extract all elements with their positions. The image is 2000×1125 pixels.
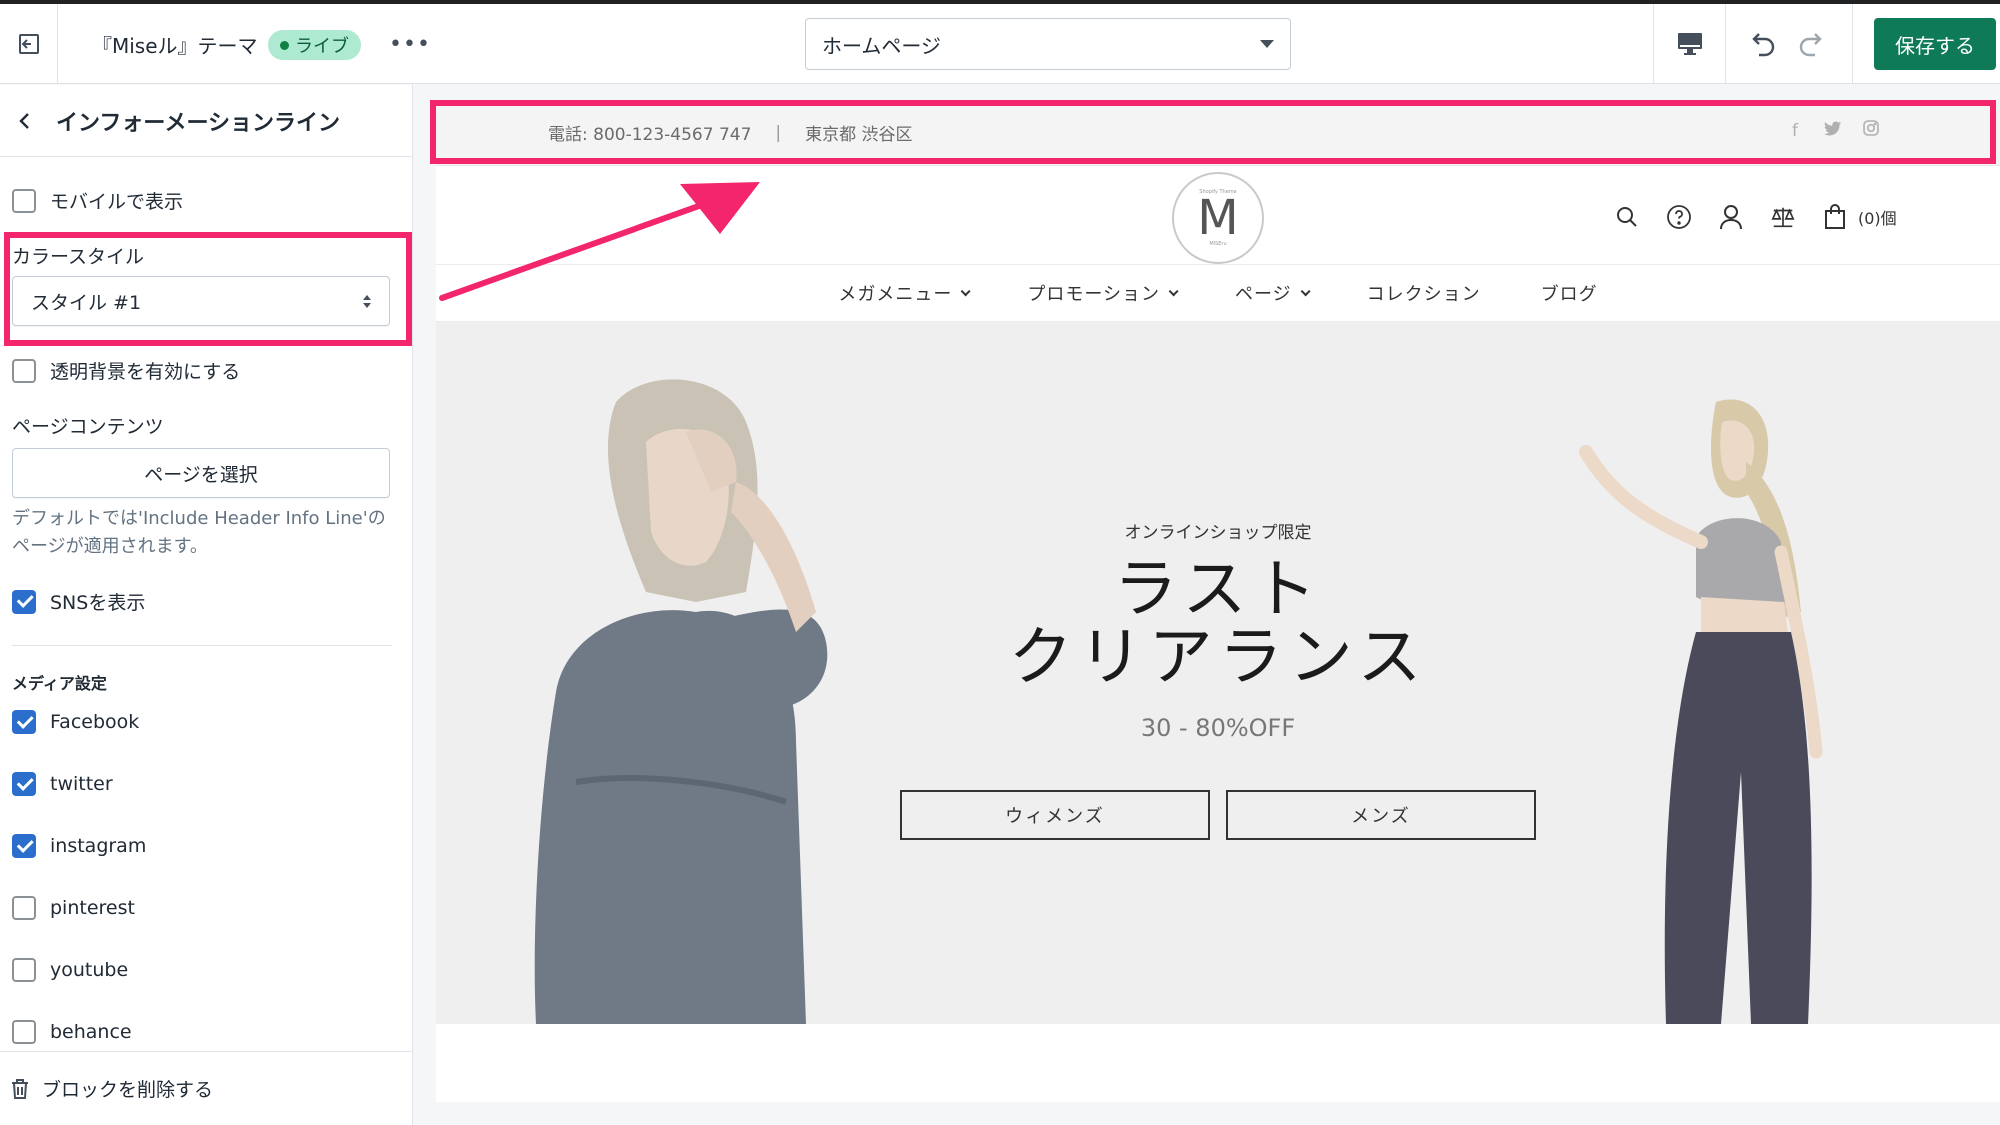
more-actions-button[interactable]: ••• bbox=[389, 26, 431, 62]
show-sns-checkbox[interactable] bbox=[12, 589, 36, 614]
mens-button[interactable]: メンズ bbox=[1226, 790, 1536, 840]
more-dots-icon: ••• bbox=[389, 31, 431, 57]
show-mobile-label: モバイルで表示 bbox=[50, 191, 184, 213]
chevron-down-icon bbox=[1168, 285, 1179, 296]
media-option-instagram[interactable]: instagram bbox=[12, 834, 146, 858]
show-mobile-checkbox[interactable] bbox=[12, 188, 36, 213]
facebook-checkbox[interactable] bbox=[12, 710, 36, 734]
exit-button[interactable] bbox=[0, 4, 58, 84]
theme-title: 『Miseル』テーマ bbox=[92, 34, 258, 58]
help-text: デフォルトでは'Include Header Info Line'のページが適用… bbox=[12, 508, 386, 557]
media-option-label: instagram bbox=[50, 835, 147, 857]
hero-subtitle: オンラインショップ限定 bbox=[1124, 523, 1312, 543]
header-icons: (0)個 bbox=[1614, 204, 1897, 230]
redo-icon bbox=[1799, 33, 1822, 57]
info-line-highlight bbox=[430, 100, 1996, 164]
show-mobile-option[interactable]: モバイルで表示 bbox=[12, 187, 183, 214]
nav-item-promotion[interactable]: プロモーション bbox=[1027, 280, 1179, 306]
logo-letter: M bbox=[1197, 190, 1239, 246]
save-button[interactable]: 保存する bbox=[1874, 18, 1996, 70]
youtube-checkbox[interactable] bbox=[12, 958, 36, 982]
womens-button[interactable]: ウィメンズ bbox=[900, 790, 1210, 840]
model-image-right bbox=[1579, 399, 1823, 1024]
redo-button[interactable] bbox=[1792, 26, 1832, 62]
nav-label: コレクション bbox=[1366, 284, 1481, 305]
exit-icon bbox=[18, 34, 39, 54]
chevron-down-icon bbox=[1300, 285, 1311, 296]
hero-banner: オンラインショップ限定 ラスト クリアランス 30 - 80%OFF ウィメンズ… bbox=[436, 322, 2000, 1024]
nav-item-mega-menu[interactable]: メガメニュー bbox=[838, 280, 971, 306]
hero-discount: 30 - 80%OFF bbox=[1140, 714, 1296, 742]
media-option-label: twitter bbox=[50, 773, 113, 795]
help-icon[interactable] bbox=[1666, 204, 1692, 230]
media-option-behance[interactable]: behance bbox=[12, 1020, 132, 1044]
cart-count[interactable]: (0)個 bbox=[1858, 205, 1897, 229]
live-badge: ライブ bbox=[268, 30, 361, 60]
chevron-down-icon bbox=[961, 285, 971, 296]
media-option-label: behance bbox=[50, 1021, 132, 1043]
nav-label: ブログ bbox=[1540, 284, 1598, 305]
media-option-pinterest[interactable]: pinterest bbox=[12, 896, 135, 920]
undo-button[interactable] bbox=[1742, 26, 1782, 62]
live-dot-icon bbox=[280, 40, 289, 50]
nav-label: ページ bbox=[1235, 284, 1292, 305]
media-option-facebook[interactable]: Facebook bbox=[12, 710, 139, 734]
chevron-left-icon bbox=[19, 112, 29, 129]
instagram-checkbox[interactable] bbox=[12, 834, 36, 858]
desktop-icon bbox=[1677, 33, 1702, 55]
divider bbox=[1852, 4, 1853, 84]
nav-item-pages[interactable]: ページ bbox=[1235, 280, 1311, 306]
desktop-view-button[interactable] bbox=[1654, 4, 1726, 84]
nav-item-collection[interactable]: コレクション bbox=[1367, 280, 1481, 306]
search-icon[interactable] bbox=[1614, 204, 1640, 230]
behance-checkbox[interactable] bbox=[12, 1020, 36, 1044]
sidebar-title: インフォーメーションライン bbox=[56, 110, 341, 136]
media-option-youtube[interactable]: youtube bbox=[12, 958, 128, 982]
live-label: ライブ bbox=[295, 36, 349, 57]
undo-icon bbox=[1752, 33, 1775, 57]
media-option-twitter[interactable]: twitter bbox=[12, 772, 113, 796]
page-selector[interactable]: ホームページ bbox=[805, 18, 1291, 70]
hero-title-line1: ラスト bbox=[1113, 553, 1323, 627]
page-selector-value: ホームページ bbox=[822, 33, 941, 58]
store-logo[interactable]: Shopify Theme M MISEru bbox=[1172, 172, 1264, 264]
hero-title: ラスト クリアランス bbox=[436, 556, 2000, 692]
transparent-bg-checkbox[interactable] bbox=[12, 358, 36, 383]
media-settings-heading: メディア設定 bbox=[12, 674, 107, 693]
show-sns-option[interactable]: SNSを表示 bbox=[12, 588, 145, 615]
nav-label: プロモーション bbox=[1027, 284, 1160, 305]
trash-icon bbox=[12, 1078, 28, 1099]
sidebar-header: インフォーメーションライン bbox=[0, 85, 412, 157]
nav-item-blog[interactable]: ブログ bbox=[1541, 280, 1598, 306]
media-option-label: youtube bbox=[50, 959, 129, 981]
nav-label: メガメニュー bbox=[838, 284, 953, 305]
divider bbox=[12, 645, 392, 646]
select-page-button[interactable]: ページを選択 bbox=[12, 448, 390, 498]
delete-block-label: ブロックを削除する bbox=[42, 1079, 214, 1101]
annotation-arrow bbox=[439, 182, 760, 301]
pinterest-checkbox[interactable] bbox=[12, 896, 36, 920]
color-style-highlight bbox=[4, 232, 412, 346]
compare-icon[interactable] bbox=[1770, 204, 1796, 230]
model-image-left bbox=[534, 379, 828, 1024]
media-option-label: Facebook bbox=[50, 711, 140, 733]
media-option-label: pinterest bbox=[50, 897, 135, 919]
back-button[interactable] bbox=[0, 85, 50, 157]
editor-topbar: 『Miseル』テーマ ライブ ••• ホームページ 保存する bbox=[0, 4, 2000, 84]
cart-icon[interactable] bbox=[1822, 204, 1848, 230]
logo-caption: MISEru bbox=[1209, 241, 1227, 247]
transparent-bg-option[interactable]: 透明背景を有効にする bbox=[12, 357, 240, 384]
show-sns-label: SNSを表示 bbox=[50, 592, 146, 614]
page-content-label: ページコンテンツ bbox=[12, 416, 164, 438]
twitter-checkbox[interactable] bbox=[12, 772, 36, 796]
transparent-bg-label: 透明背景を有効にする bbox=[50, 361, 241, 383]
delete-block-button[interactable]: ブロックを削除する bbox=[0, 1051, 412, 1125]
caret-down-icon bbox=[1260, 40, 1274, 48]
hero-title-line2: クリアランス bbox=[1008, 621, 1428, 695]
account-icon[interactable] bbox=[1718, 204, 1744, 230]
